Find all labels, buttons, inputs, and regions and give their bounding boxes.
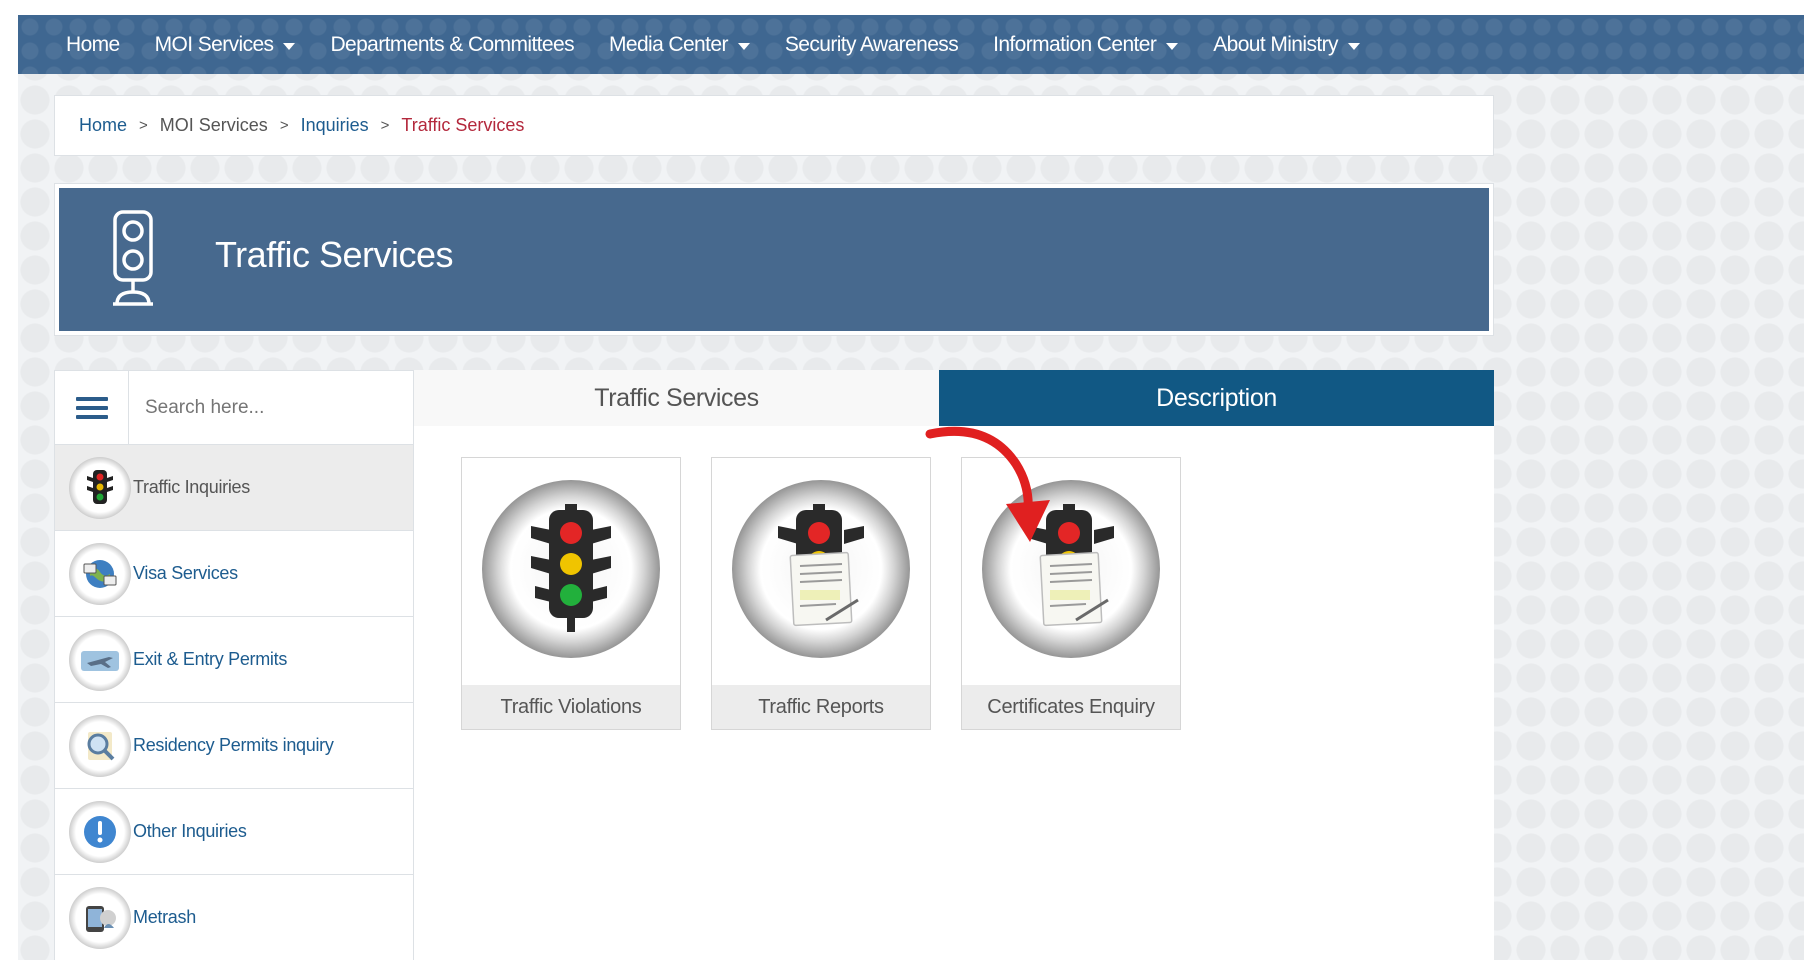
main-content: Home > MOI Services > Inquiries > Traffi…: [54, 95, 1494, 960]
nav-information-center[interactable]: Information Center: [993, 32, 1179, 57]
tab-traffic-services[interactable]: Traffic Services: [414, 370, 939, 426]
breadcrumb-inquiries[interactable]: Inquiries: [301, 115, 369, 136]
sidebar-item-label: Traffic Inquiries: [133, 477, 250, 497]
breadcrumb-separator: >: [279, 117, 289, 134]
airplane-icon: [69, 628, 131, 691]
magnifier-icon: [69, 714, 131, 777]
sidebar-item-label: Exit & Entry Permits: [133, 649, 288, 669]
chevron-down-icon: [737, 42, 750, 50]
sidebar-item-residency-permits[interactable]: Residency Permits inquiry: [55, 703, 413, 789]
sidebar-search-row: [55, 371, 413, 445]
card-label: Certificates Enquiry: [962, 685, 1180, 729]
exclamation-icon: [69, 800, 131, 863]
nav-security-awareness-label: Security Awareness: [784, 32, 959, 56]
card-label: Traffic Violations: [462, 685, 680, 729]
chevron-down-icon: [1347, 42, 1360, 50]
breadcrumb: Home > MOI Services > Inquiries > Traffi…: [54, 95, 1494, 156]
breadcrumb-separator: >: [380, 117, 390, 134]
nav-departments-label: Departments & Committees: [330, 32, 574, 56]
sidebar-item-visa-services[interactable]: Visa Services: [55, 531, 413, 617]
nav-moi-services-label: MOI Services: [154, 32, 274, 56]
sidebar-item-traffic-inquiries[interactable]: Traffic Inquiries: [55, 445, 413, 531]
sidebar-item-metrash[interactable]: Metrash: [55, 875, 413, 960]
sidebar-item-label: Other Inquiries: [133, 821, 247, 841]
card-traffic-violations[interactable]: Traffic Violations: [461, 457, 681, 730]
breadcrumb-moi-services: MOI Services: [159, 115, 268, 135]
annotation-arrow-icon: [925, 426, 1050, 542]
nav-information-center-label: Information Center: [993, 32, 1157, 56]
nav-departments[interactable]: Departments & Committees: [330, 33, 574, 57]
nav-about-ministry[interactable]: About Ministry: [1213, 33, 1360, 57]
browser-viewport: Home MOI Services Departments & Committe…: [18, 15, 1804, 960]
top-navigation: Home MOI Services Departments & Committe…: [18, 15, 1804, 74]
page-banner: Traffic Services: [54, 183, 1494, 336]
card-label: Traffic Reports: [712, 685, 930, 729]
sidebar-item-exit-entry-permits[interactable]: Exit & Entry Permits: [55, 617, 413, 703]
breadcrumb-separator: >: [139, 117, 148, 134]
sidebar: Traffic Inquiries Visa Services Exit & E…: [54, 370, 414, 960]
hamburger-menu-icon[interactable]: [55, 371, 129, 445]
globe-visa-icon: [69, 542, 131, 605]
nav-home-label: Home: [66, 32, 120, 56]
page-title: Traffic Services: [215, 234, 454, 275]
nav-media-center[interactable]: Media Center: [609, 33, 750, 57]
search-input[interactable]: [129, 371, 413, 444]
nav-home[interactable]: Home: [66, 33, 120, 57]
sidebar-item-label: Residency Permits inquiry: [133, 735, 334, 755]
nav-media-center-label: Media Center: [608, 32, 728, 56]
chevron-down-icon: [283, 42, 296, 50]
banner-background: Traffic Services: [59, 188, 1489, 331]
nav-moi-services[interactable]: MOI Services: [155, 33, 296, 57]
sidebar-item-other-inquiries[interactable]: Other Inquiries: [55, 789, 413, 875]
service-tabs: Traffic Services Description: [414, 370, 1494, 426]
chevron-down-icon: [1166, 42, 1179, 50]
breadcrumb-home[interactable]: Home: [79, 115, 127, 136]
nav-security-awareness[interactable]: Security Awareness: [784, 32, 959, 57]
metrash-app-icon: [69, 886, 131, 949]
traffic-light-icon: [69, 456, 131, 519]
traffic-light-icon: [482, 480, 660, 658]
sidebar-item-label: Metrash: [133, 907, 196, 927]
traffic-light-document-icon: [732, 480, 910, 658]
nav-about-ministry-label: About Ministry: [1213, 32, 1338, 56]
tab-description[interactable]: Description: [939, 370, 1494, 426]
breadcrumb-current: Traffic Services: [401, 115, 525, 135]
sidebar-item-label: Visa Services: [133, 563, 238, 583]
traffic-light-outline-icon: [113, 210, 153, 306]
card-traffic-reports[interactable]: Traffic Reports: [711, 457, 931, 730]
